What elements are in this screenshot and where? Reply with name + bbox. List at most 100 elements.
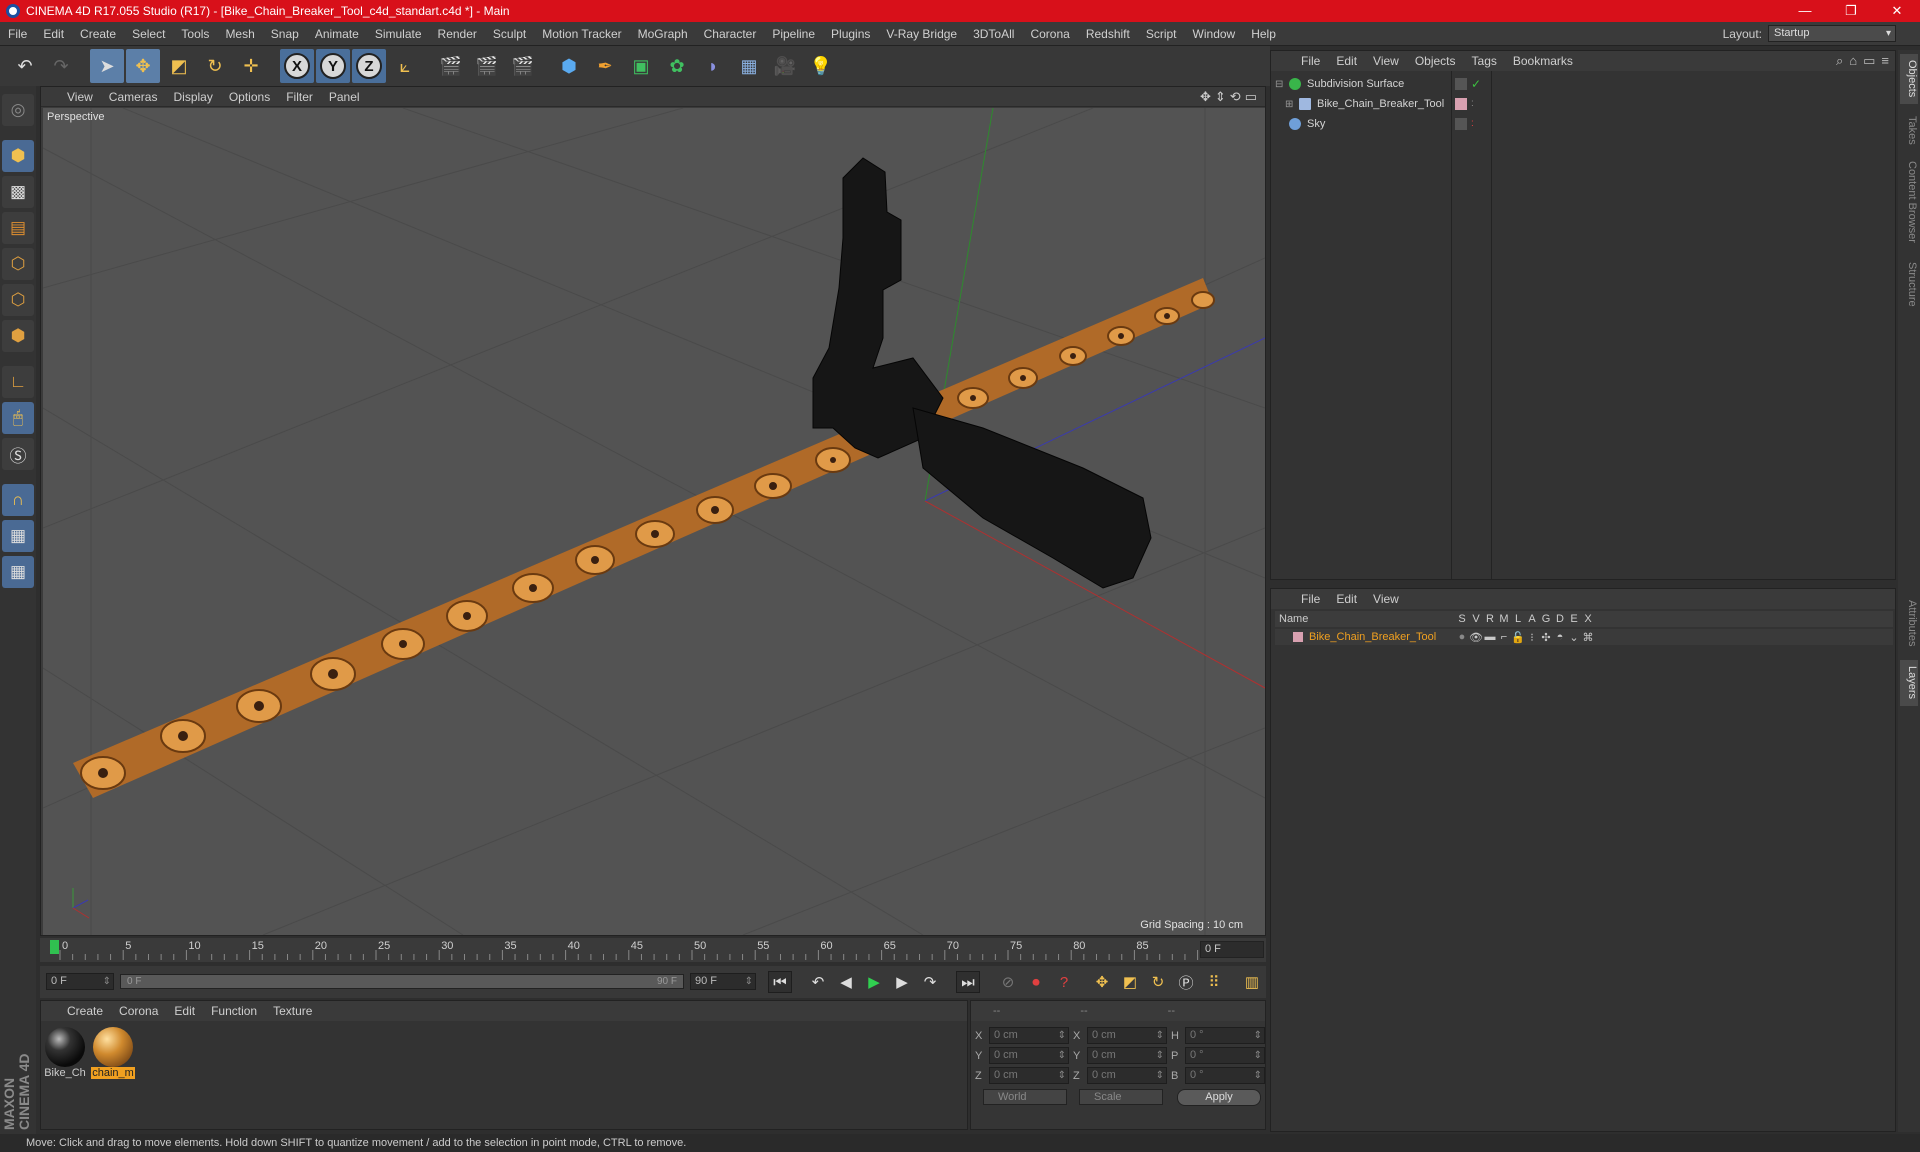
layer-color-swatch[interactable] (1293, 632, 1303, 642)
orbit-icon[interactable]: ⟲ (1230, 89, 1241, 105)
tab-takes[interactable]: Takes (1900, 110, 1918, 150)
menu-simulate[interactable]: Simulate (367, 27, 430, 41)
pen-spline-button[interactable]: ✒ (588, 49, 622, 83)
objects-menu-tags[interactable]: Tags (1464, 54, 1505, 68)
layers-menu-edit[interactable]: Edit (1328, 592, 1365, 606)
rotation-p-field[interactable]: 0 ° (1185, 1047, 1265, 1064)
workplane-lock-button[interactable]: ▦ (2, 520, 34, 552)
viewport-menu-filter[interactable]: Filter (278, 90, 321, 104)
keyframe-selection-button[interactable]: ? (1052, 971, 1076, 993)
visibility-dots-icon[interactable]: : (1471, 98, 1483, 110)
deformer-button[interactable]: ◗ (696, 49, 730, 83)
previous-key-button[interactable]: ↶ (806, 971, 830, 993)
3d-scene[interactable]: Perspective Grid Spacing : 10 cm (43, 108, 1265, 935)
object-row-sky[interactable]: Sky : (1275, 115, 1895, 133)
eye-toggle-icon[interactable]: 👁 (1469, 631, 1483, 644)
menu-animate[interactable]: Animate (307, 27, 367, 41)
menu-snap[interactable]: Snap (263, 27, 307, 41)
menu-edit[interactable]: Edit (35, 27, 72, 41)
visibility-dots-icon[interactable]: : (1471, 118, 1483, 130)
material-menu-texture[interactable]: Texture (265, 1004, 320, 1018)
key-parameter-button[interactable]: Ⓟ (1174, 971, 1198, 993)
cloner-button[interactable]: ✿ (660, 49, 694, 83)
redo-button[interactable]: ↷ (44, 49, 78, 83)
menu-render[interactable]: Render (430, 27, 485, 41)
go-to-end-button[interactable]: ⏭ (956, 971, 980, 993)
solo-toggle-icon[interactable]: ● (1455, 631, 1469, 643)
material-menu-function[interactable]: Function (203, 1004, 265, 1018)
light-button[interactable]: 💡 (804, 49, 838, 83)
visibility-toggle-icon[interactable] (1455, 118, 1467, 130)
menu-3dtoall[interactable]: 3DToAll (965, 27, 1022, 41)
menu-redshift[interactable]: Redshift (1078, 27, 1138, 41)
record-keys-button[interactable]: ⊘ (996, 971, 1020, 993)
material-menu-edit[interactable]: Edit (166, 1004, 203, 1018)
menu-sculpt[interactable]: Sculpt (485, 27, 534, 41)
tab-structure[interactable]: Structure (1900, 254, 1918, 314)
manager-toggle-icon[interactable]: ⌐ (1497, 631, 1511, 643)
material-swatch[interactable]: chain_m (91, 1027, 135, 1079)
workplane-mode-button[interactable]: ▤ (2, 212, 34, 244)
menu-mesh[interactable]: Mesh (217, 27, 262, 41)
coordinate-system-button[interactable]: ⟀ (388, 49, 422, 83)
axis-mode-button[interactable]: ∟ (2, 366, 34, 398)
objects-menu-edit[interactable]: Edit (1328, 54, 1365, 68)
animation-toggle-icon[interactable]: ⁝ (1525, 631, 1539, 644)
tab-attributes[interactable]: Attributes (1900, 590, 1918, 656)
size-mode-dropdown[interactable]: Scale (1079, 1089, 1163, 1105)
rotate-tool-button[interactable]: ↻ (198, 49, 232, 83)
close-button[interactable]: ✕ (1874, 0, 1920, 22)
live-selection-button[interactable]: ➤ (90, 49, 124, 83)
move-tool-button[interactable]: ✥ (126, 49, 160, 83)
current-frame-field[interactable]: 0 F (1200, 941, 1264, 958)
transform-tool-button[interactable]: ✛ (234, 49, 268, 83)
previous-frame-button[interactable]: ◀ (834, 971, 858, 993)
menu-tools[interactable]: Tools (173, 27, 217, 41)
expression-toggle-icon[interactable]: ⌄ (1567, 631, 1581, 644)
xref-toggle-icon[interactable]: ⌘ (1581, 631, 1595, 644)
snap-button[interactable]: ∩ (2, 484, 34, 516)
viewport-menu-cameras[interactable]: Cameras (101, 90, 166, 104)
planar-workplane-button[interactable]: ▦ (2, 556, 34, 588)
menu-window[interactable]: Window (1185, 27, 1244, 41)
z-axis-lock-button[interactable]: Z (352, 49, 386, 83)
objects-menu-view[interactable]: View (1365, 54, 1407, 68)
tab-objects[interactable]: Objects (1900, 54, 1918, 104)
y-axis-lock-button[interactable]: Y (316, 49, 350, 83)
menu-vray-bridge[interactable]: V-Ray Bridge (878, 27, 965, 41)
coordinate-space-dropdown[interactable]: World (983, 1089, 1067, 1105)
end-frame-field[interactable]: 90 F (690, 973, 756, 990)
texture-mode-button[interactable]: ▩ (2, 176, 34, 208)
material-menu-create[interactable]: Create (59, 1004, 111, 1018)
timeline[interactable]: 051015202530354045505560657075808590 0 F (40, 938, 1266, 962)
material-swatch[interactable]: Bike_Ch (43, 1027, 87, 1079)
play-button[interactable]: ▶ (862, 971, 886, 993)
maximize-view-icon[interactable]: ▭ (1245, 89, 1257, 105)
points-mode-button[interactable]: ⬡ (2, 248, 34, 280)
position-x-field[interactable]: 0 cm (989, 1027, 1069, 1044)
viewport-menu-panel[interactable]: Panel (321, 90, 368, 104)
key-pla-button[interactable]: ⠿ (1202, 971, 1226, 993)
render-settings-button[interactable]: 🎬 (506, 49, 540, 83)
layer-color-icon[interactable] (1455, 98, 1467, 110)
menu-select[interactable]: Select (124, 27, 173, 41)
playhead-marker[interactable] (50, 940, 59, 954)
menu-motion-tracker[interactable]: Motion Tracker (534, 27, 629, 41)
menu-script[interactable]: Script (1138, 27, 1185, 41)
x-axis-lock-button[interactable]: X (280, 49, 314, 83)
apply-button[interactable]: Apply (1177, 1089, 1261, 1106)
menu-mograph[interactable]: MoGraph (630, 27, 696, 41)
subdivision-surface-button[interactable]: ▣ (624, 49, 658, 83)
restore-button[interactable]: ❐ (1828, 0, 1874, 22)
position-y-field[interactable]: 0 cm (989, 1047, 1069, 1064)
size-x-field[interactable]: 0 cm (1087, 1027, 1167, 1044)
floor-object-button[interactable]: ▦ (732, 49, 766, 83)
render-toggle-icon[interactable]: ▬ (1483, 631, 1497, 643)
viewport-menu-options[interactable]: Options (221, 90, 278, 104)
viewport-menu-view[interactable]: View (59, 90, 101, 104)
cube-object-button[interactable]: ⬢ (552, 49, 586, 83)
edges-mode-button[interactable]: ⬡ (2, 284, 34, 316)
camera-button[interactable]: 🎥 (768, 49, 802, 83)
layers-menu-file[interactable]: File (1293, 592, 1328, 606)
lock-toggle-icon[interactable]: 🔓 (1511, 631, 1525, 644)
